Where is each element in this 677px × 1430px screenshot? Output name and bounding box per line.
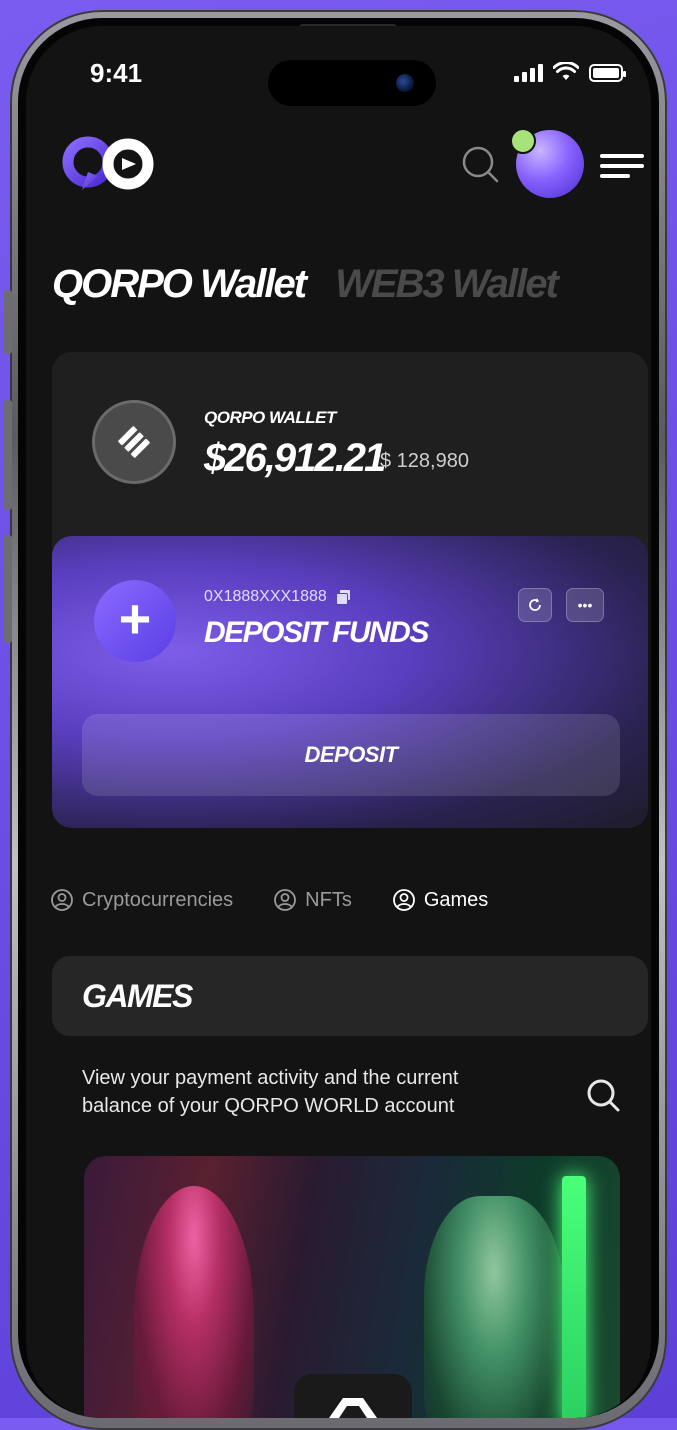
- coin-icon: [92, 400, 176, 484]
- wifi-icon: [553, 62, 579, 80]
- games-title: GAMES: [82, 978, 193, 1014]
- battery-icon: [589, 64, 626, 82]
- game-logo-icon: [329, 1398, 377, 1418]
- camera-icon: [396, 74, 414, 92]
- refresh-icon: [529, 598, 541, 611]
- phone-side-button: [4, 290, 12, 354]
- more-icon: •••: [577, 597, 593, 613]
- wallet-tabs: QORPO Wallet WEB3 Wallet: [52, 262, 559, 307]
- menu-icon[interactable]: [600, 154, 644, 182]
- games-description: View your payment activity and the curre…: [82, 1067, 459, 1117]
- wallet-secondary-balance: $ 128,980: [380, 450, 469, 472]
- phone-side-button: [4, 400, 12, 510]
- wallet-label: QORPO WALLET: [204, 408, 336, 427]
- wallet-balance: $26,912.21: [204, 436, 386, 480]
- game-banner-image[interactable]: [84, 1156, 620, 1418]
- banner-neon-light: [562, 1176, 586, 1418]
- deposit-title: DEPOSIT FUNDS: [204, 616, 429, 649]
- plus-icon: +: [118, 587, 152, 650]
- qorpo-logo-icon[interactable]: [62, 136, 158, 192]
- tab-label: Games: [423, 888, 489, 911]
- banner-character: [424, 1196, 564, 1418]
- add-funds-button[interactable]: +: [94, 580, 176, 662]
- deposit-button[interactable]: DEPOSIT: [82, 714, 620, 796]
- wallet-card: QORPO WALLET $26,912.21 $ 128,980 + 0X18…: [52, 352, 648, 828]
- tab-games[interactable]: Games: [392, 888, 488, 912]
- game-logo-badge: [294, 1374, 412, 1418]
- status-icons: [514, 62, 626, 82]
- asset-tabs: Cryptocurrencies NFTs Games: [50, 888, 488, 912]
- tab-web3-wallet[interactable]: WEB3 Wallet: [335, 262, 559, 307]
- search-icon[interactable]: [584, 1076, 624, 1116]
- deposit-card: + 0X1888XXX1888 DEPOSIT FUNDS ••• DEPOSI…: [52, 536, 648, 828]
- user-circle-icon: [274, 889, 297, 911]
- tab-nfts[interactable]: NFTs: [273, 888, 352, 912]
- wallet-address-text: 0X1888XXX1888: [204, 588, 327, 605]
- games-header: GAMES: [52, 956, 648, 1036]
- dynamic-island: [268, 60, 436, 106]
- user-circle-icon: [51, 889, 73, 911]
- status-time: 9:41: [90, 58, 143, 88]
- more-button[interactable]: •••: [566, 588, 604, 622]
- online-status-dot: [510, 128, 536, 154]
- tab-qorpo-wallet[interactable]: QORPO Wallet: [52, 262, 307, 307]
- phone-side-button: [4, 535, 12, 643]
- refresh-button[interactable]: [518, 588, 552, 622]
- tab-label: Cryptocurrencies: [82, 888, 234, 911]
- banner-character: [134, 1186, 254, 1418]
- tab-label: NFTs: [305, 888, 352, 911]
- copy-icon[interactable]: [336, 590, 351, 604]
- wallet-address: 0X1888XXX1888: [204, 588, 351, 606]
- signal-icon: [514, 64, 543, 82]
- tab-cryptocurrencies[interactable]: Cryptocurrencies: [50, 888, 233, 912]
- user-circle-icon: [392, 889, 415, 911]
- screen: 9:41 QORPO Wallet WEB3 Wallet QORPO WALL…: [26, 26, 651, 1418]
- search-icon[interactable]: [460, 144, 500, 184]
